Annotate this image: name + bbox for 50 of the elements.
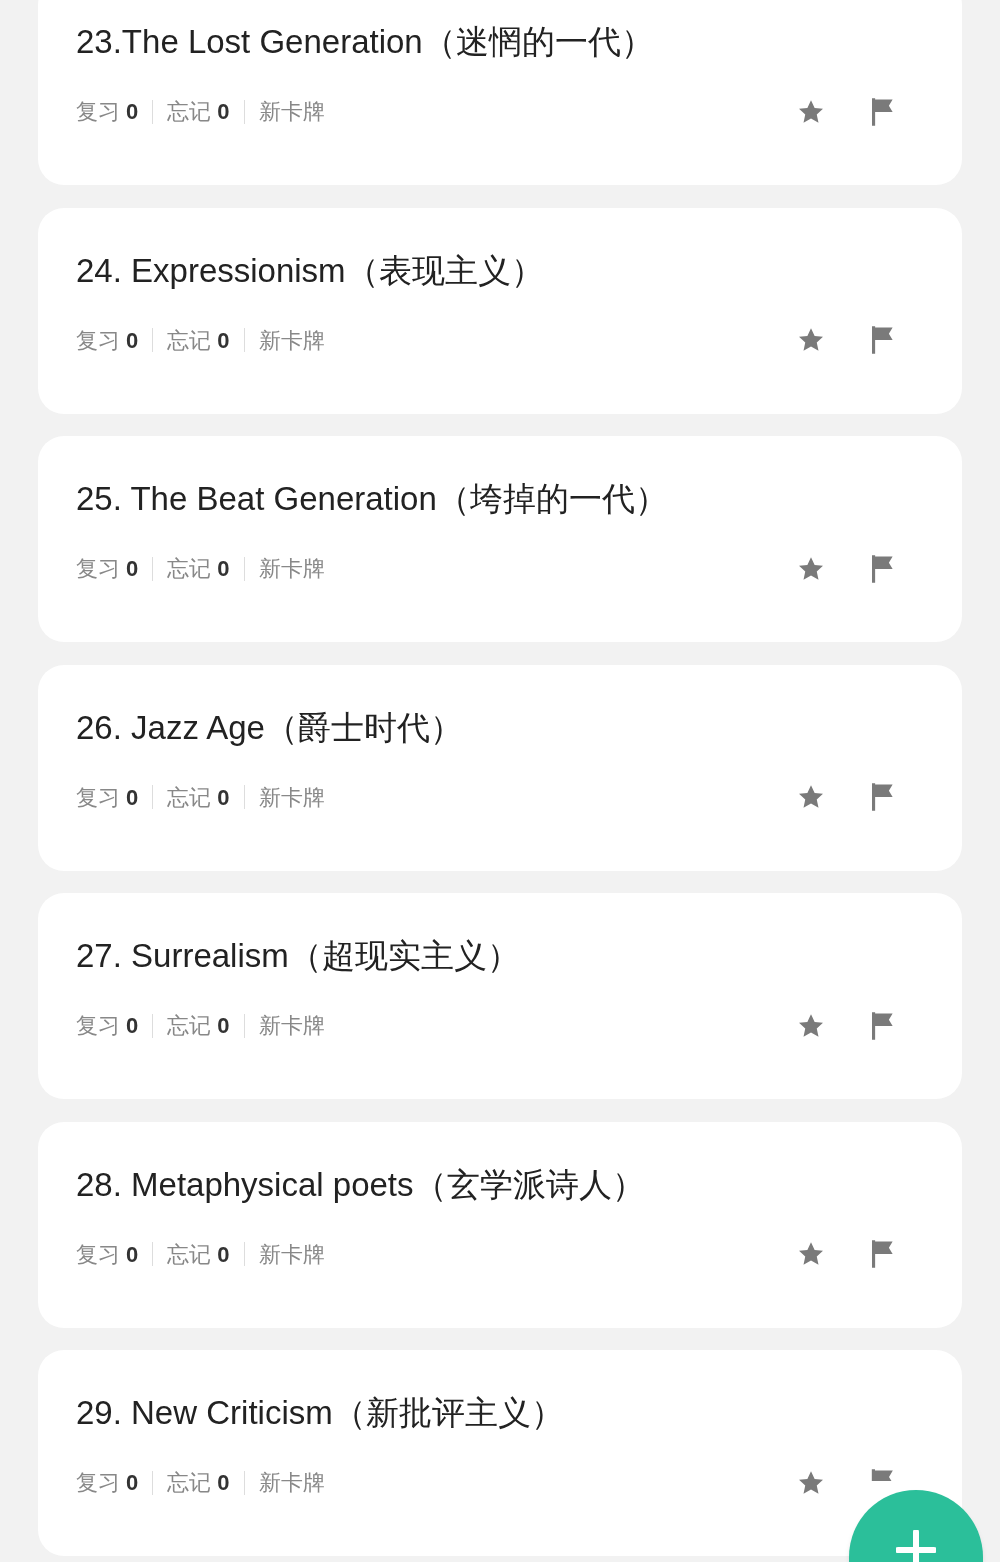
- stat-value: 0: [126, 783, 139, 812]
- deck-title: 26. Jazz Age（爵士时代）: [76, 707, 464, 748]
- stat-value: 0: [126, 555, 139, 583]
- deck-card[interactable]: 25. The Beat Generation（垮掉的一代） 复习 0 忘记 0 新卡牌: [38, 436, 962, 642]
- stat-value: 0: [126, 98, 139, 126]
- deck-title: 27. Surrealism（超现实主义）: [76, 936, 521, 976]
- stat-label: 复习: [76, 1469, 120, 1497]
- new-cards-label: 新卡牌: [258, 1012, 325, 1040]
- stat-value: 0: [126, 326, 139, 355]
- deck-card[interactable]: 24. Expressionism（表现主义） 复习 0 忘记 0 新卡牌: [38, 207, 962, 414]
- deck-title: 23.The Lost Generation（迷惘的一代）: [76, 22, 655, 62]
- stat-value: 0: [217, 783, 230, 812]
- stat-label: 复习: [76, 1012, 120, 1040]
- deck-title: 29. New Criticism（新批评主义）: [76, 1393, 565, 1433]
- deck-card[interactable]: 28. Metaphysical poets（玄学派诗人） 复习 0 忘记 0 新卡牌: [38, 1121, 962, 1328]
- new-cards-label: 新卡牌: [258, 1469, 325, 1497]
- stat-label: 忘记: [167, 326, 212, 355]
- deck-title: 24. Expressionism（表现主义）: [76, 250, 545, 291]
- stat-value: 0: [217, 326, 230, 355]
- stat-label: 复习: [76, 98, 120, 126]
- stat-label: 忘记: [167, 1240, 212, 1269]
- stat-value: 0: [126, 1469, 139, 1497]
- new-cards-label: 新卡牌: [258, 783, 325, 812]
- deck-title: 25. The Beat Generation（垮掉的一代）: [76, 479, 669, 519]
- stat-label: 复习: [76, 1240, 120, 1269]
- stat-value: 0: [126, 1240, 139, 1269]
- deck-card[interactable]: 26. Jazz Age（爵士时代） 复习 0 忘记 0 新卡牌: [38, 664, 962, 871]
- stat-label: 忘记: [167, 98, 212, 126]
- new-cards-label: 新卡牌: [258, 1240, 325, 1269]
- plus-icon: [896, 1530, 936, 1562]
- stat-value: 0: [126, 1012, 139, 1040]
- stat-value: 0: [217, 555, 230, 583]
- new-cards-label: 新卡牌: [258, 326, 325, 355]
- stat-label: 复习: [76, 555, 120, 583]
- deck-card[interactable]: 27. Surrealism（超现实主义） 复习 0 忘记 0 新卡牌: [38, 893, 962, 1099]
- stat-label: 忘记: [167, 783, 212, 812]
- new-cards-label: 新卡牌: [258, 98, 325, 126]
- stat-label: 复习: [76, 326, 120, 355]
- stat-label: 忘记: [167, 1469, 212, 1497]
- stat-value: 0: [217, 1012, 230, 1040]
- deck-card[interactable]: 29. New Criticism（新批评主义） 复习 0 忘记 0 新卡牌: [38, 1350, 962, 1556]
- stat-value: 0: [217, 1240, 230, 1269]
- deck-title: 28. Metaphysical poets（玄学派诗人）: [76, 1164, 646, 1205]
- stat-label: 复习: [76, 783, 120, 812]
- stat-value: 0: [217, 1469, 230, 1497]
- stat-label: 忘记: [167, 1012, 212, 1040]
- deck-card[interactable]: 23.The Lost Generation（迷惘的一代） 复习 0 忘记 0 新卡牌: [38, 0, 962, 185]
- stat-value: 0: [217, 98, 230, 126]
- stat-label: 忘记: [167, 555, 212, 583]
- new-cards-label: 新卡牌: [258, 555, 325, 583]
